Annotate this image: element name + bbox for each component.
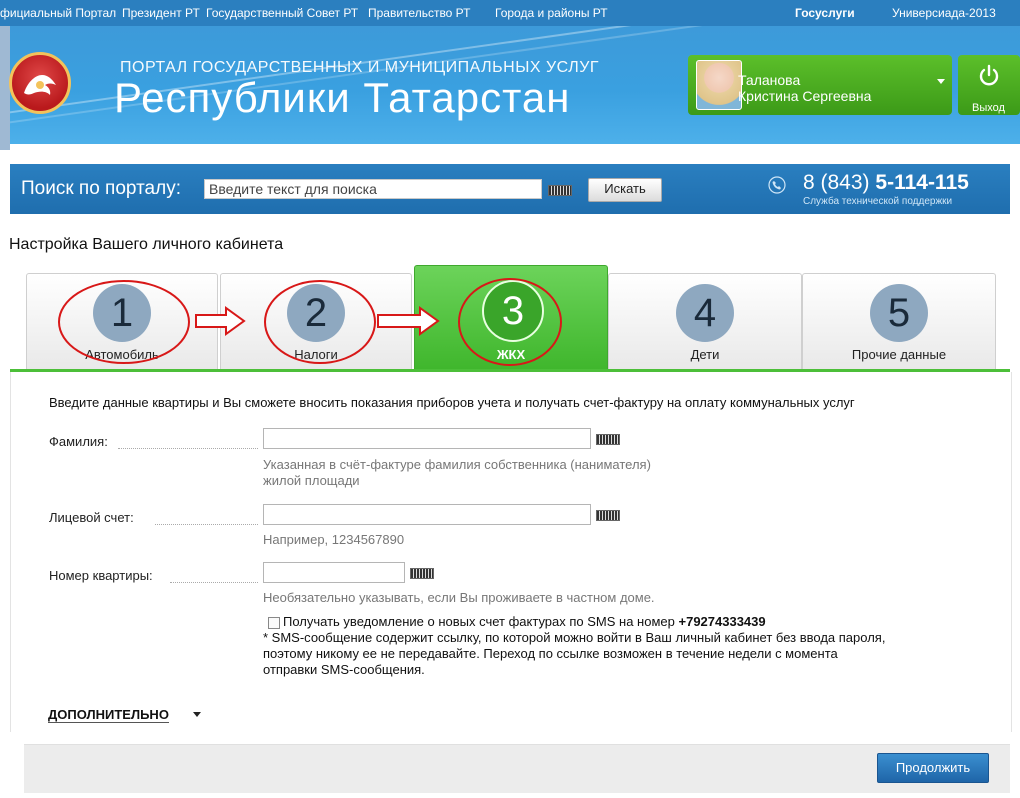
nav-link-gosuslugi[interactable]: Госуслуги (795, 6, 855, 20)
account-label: Лицевой счет: (49, 510, 134, 525)
additional-toggle[interactable]: ДОПОЛНИТЕЛЬНО (48, 707, 169, 723)
surname-label: Фамилия: (49, 434, 108, 449)
user-last-name[interactable]: Таланова (738, 73, 800, 88)
support-label: Служба технической поддержки (803, 196, 953, 207)
phone-icon (768, 176, 786, 194)
tab-children[interactable]: 4 Дети (608, 273, 802, 369)
tab-label: Дети (690, 347, 720, 362)
account-hint: Например, 1234567890 (263, 532, 405, 547)
annotation-circle (458, 278, 562, 366)
nav-link-official-portal[interactable]: фициальный Портал (0, 6, 116, 20)
support-phone: 8 (843) 5-114-115 (803, 171, 969, 195)
logout-label[interactable]: Выход (972, 102, 1005, 114)
tab-number: 4 (676, 284, 734, 342)
sms-label: Получать уведомление о новых счет фактур… (283, 614, 675, 629)
surname-hint: Указанная в счёт-фактуре фамилия собстве… (263, 457, 651, 472)
portal-title: Республики Татарстан (114, 74, 571, 121)
continue-button[interactable]: Продолжить (877, 753, 989, 783)
phone-number: 5-114-115 (875, 171, 969, 194)
apartment-hint: Необязательно указывать, если Вы прожива… (263, 590, 655, 605)
keyboard-icon[interactable] (410, 568, 434, 579)
user-menu[interactable] (688, 55, 952, 115)
keyboard-icon[interactable] (596, 434, 620, 445)
search-input[interactable] (204, 179, 542, 199)
surname-field[interactable] (263, 428, 591, 449)
sms-note: * SMS-сообщение содержит ссылку, по кото… (263, 630, 886, 645)
leader-dots (155, 523, 258, 525)
nav-link-state-council[interactable]: Государственный Совет РТ (206, 6, 358, 20)
search-button[interactable]: Искать (588, 178, 662, 202)
apartment-field[interactable] (263, 562, 405, 583)
annotation-circle (58, 280, 190, 364)
sms-phone: +79274333439 (678, 614, 766, 629)
sms-note: поэтому никому ее не передавайте. Перехо… (263, 646, 838, 661)
power-icon (979, 64, 999, 86)
form-footer (24, 744, 1010, 793)
sms-note: отправки SMS-сообщения. (263, 662, 425, 677)
annotation-arrow-icon (195, 306, 246, 336)
annotation-circle (264, 280, 376, 364)
user-first-names[interactable]: Кристина Сергеевна (738, 89, 871, 104)
top-navigation: фициальный Портал Президент РТ Государст… (0, 0, 1020, 26)
keyboard-icon[interactable] (548, 185, 572, 196)
surname-hint: жилой площади (263, 473, 360, 488)
nav-link-president[interactable]: Президент РТ (122, 6, 200, 20)
nav-link-government[interactable]: Правительство РТ (368, 6, 470, 20)
chevron-down-icon[interactable] (193, 712, 201, 717)
form-panel (10, 372, 1012, 732)
tab-label: Прочие данные (851, 347, 947, 362)
sms-option[interactable]: Получать уведомление о новых счет фактур… (283, 614, 766, 629)
keyboard-icon[interactable] (596, 510, 620, 521)
tab-number: 5 (870, 284, 928, 342)
form-intro: Введите данные квартиры и Вы сможете вно… (49, 395, 855, 410)
leader-dots (170, 581, 258, 583)
sms-checkbox[interactable] (268, 617, 280, 629)
tatarstan-emblem-logo[interactable] (9, 52, 71, 114)
page-title: Настройка Вашего личного кабинета (9, 236, 284, 253)
tab-other-data[interactable]: 5 Прочие данные (802, 273, 996, 369)
leader-dots (118, 447, 258, 449)
apartment-label: Номер квартиры: (49, 568, 153, 583)
nav-link-universiade[interactable]: Универсиада-2013 (892, 6, 996, 20)
chevron-down-icon[interactable] (937, 79, 945, 84)
search-label: Поиск по порталу: (21, 178, 181, 199)
annotation-arrow-icon (377, 306, 440, 336)
avatar (696, 60, 742, 110)
phone-prefix: 8 (843) (803, 171, 870, 194)
emblem-icon (24, 75, 56, 95)
nav-link-cities[interactable]: Города и районы РТ (495, 6, 608, 20)
account-field[interactable] (263, 504, 591, 525)
